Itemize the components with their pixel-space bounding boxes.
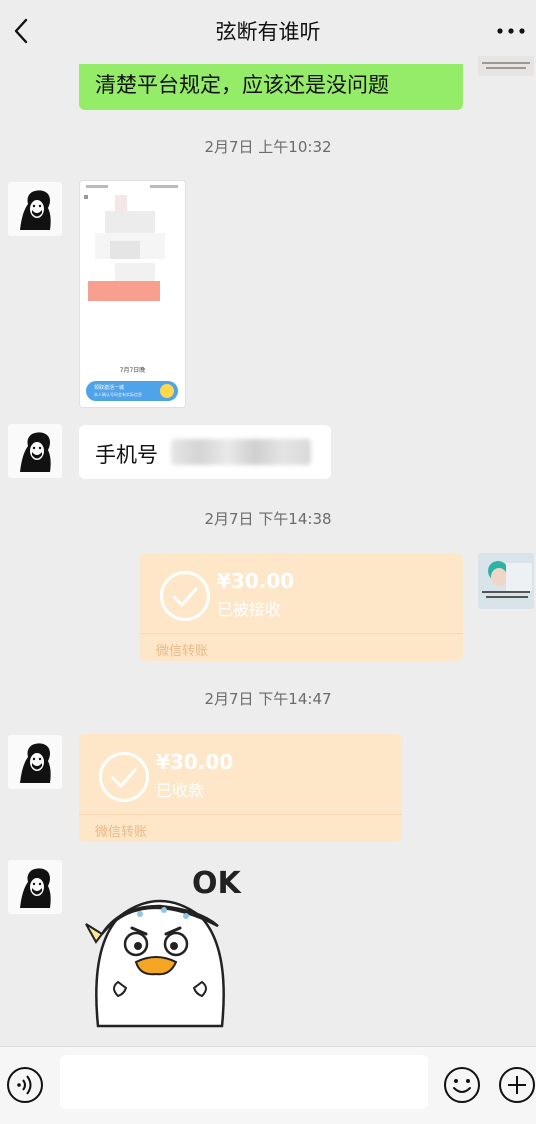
my-avatar[interactable] (478, 553, 534, 609)
card-divider (140, 633, 463, 634)
my-avatar[interactable] (478, 56, 534, 76)
sticker-message[interactable]: OK (80, 860, 250, 1030)
outgoing-text-bubble[interactable]: 清楚平台规定，应该还是没问题 (79, 64, 463, 110)
timestamp: 2月7日 上午10:32 (204, 138, 332, 156)
message-input[interactable] (60, 1055, 428, 1109)
phone-label: 手机号 (95, 443, 158, 467)
chat-title: 弦断有谁听 (215, 20, 321, 44)
emoji-icon[interactable] (443, 1066, 481, 1104)
contact-avatar[interactable] (8, 182, 62, 236)
voice-icon[interactable] (6, 1066, 44, 1104)
banner-line1: 领取激活一城 (94, 385, 125, 391)
image-message[interactable]: 7月7日晚 领取激活一城 本人确认号码会有实际信息 (79, 180, 186, 408)
incoming-text-bubble[interactable]: 手机号 (79, 425, 331, 479)
check-circle-icon (99, 752, 149, 802)
image-caption: 7月7日晚 (119, 367, 146, 374)
more-dots-icon[interactable] (494, 16, 528, 46)
message-text: 清楚平台规定，应该还是没问题 (95, 73, 389, 97)
banner-line2: 本人确认号码会有实际信息 (94, 392, 142, 397)
transfer-card-received[interactable]: ¥30.00 已收款 微信转账 (79, 734, 402, 842)
redacted-phone-number (171, 439, 311, 465)
transfer-status: 已收款 (156, 781, 205, 800)
transfer-amount: ¥30.00 (156, 750, 234, 774)
contact-avatar[interactable] (8, 424, 62, 478)
timestamp: 2月7日 下午14:38 (204, 510, 332, 528)
card-divider (79, 814, 402, 815)
transfer-label: 微信转账 (95, 825, 148, 840)
check-circle-icon (160, 571, 210, 621)
transfer-card-sent[interactable]: ¥30.00 已被接收 微信转账 (140, 553, 463, 661)
contact-avatar[interactable] (8, 860, 62, 914)
image-banner: 领取激活一城 本人确认号码会有实际信息 (86, 381, 178, 401)
transfer-label: 微信转账 (156, 644, 209, 659)
duck-sticker-image (85, 899, 225, 1028)
transfer-status: 已被接收 (217, 600, 282, 619)
banner-icon (160, 384, 174, 398)
contact-avatar[interactable] (8, 735, 62, 789)
transfer-amount: ¥30.00 (217, 569, 295, 593)
plus-icon[interactable] (498, 1066, 536, 1104)
timestamp: 2月7日 下午14:47 (204, 690, 332, 708)
